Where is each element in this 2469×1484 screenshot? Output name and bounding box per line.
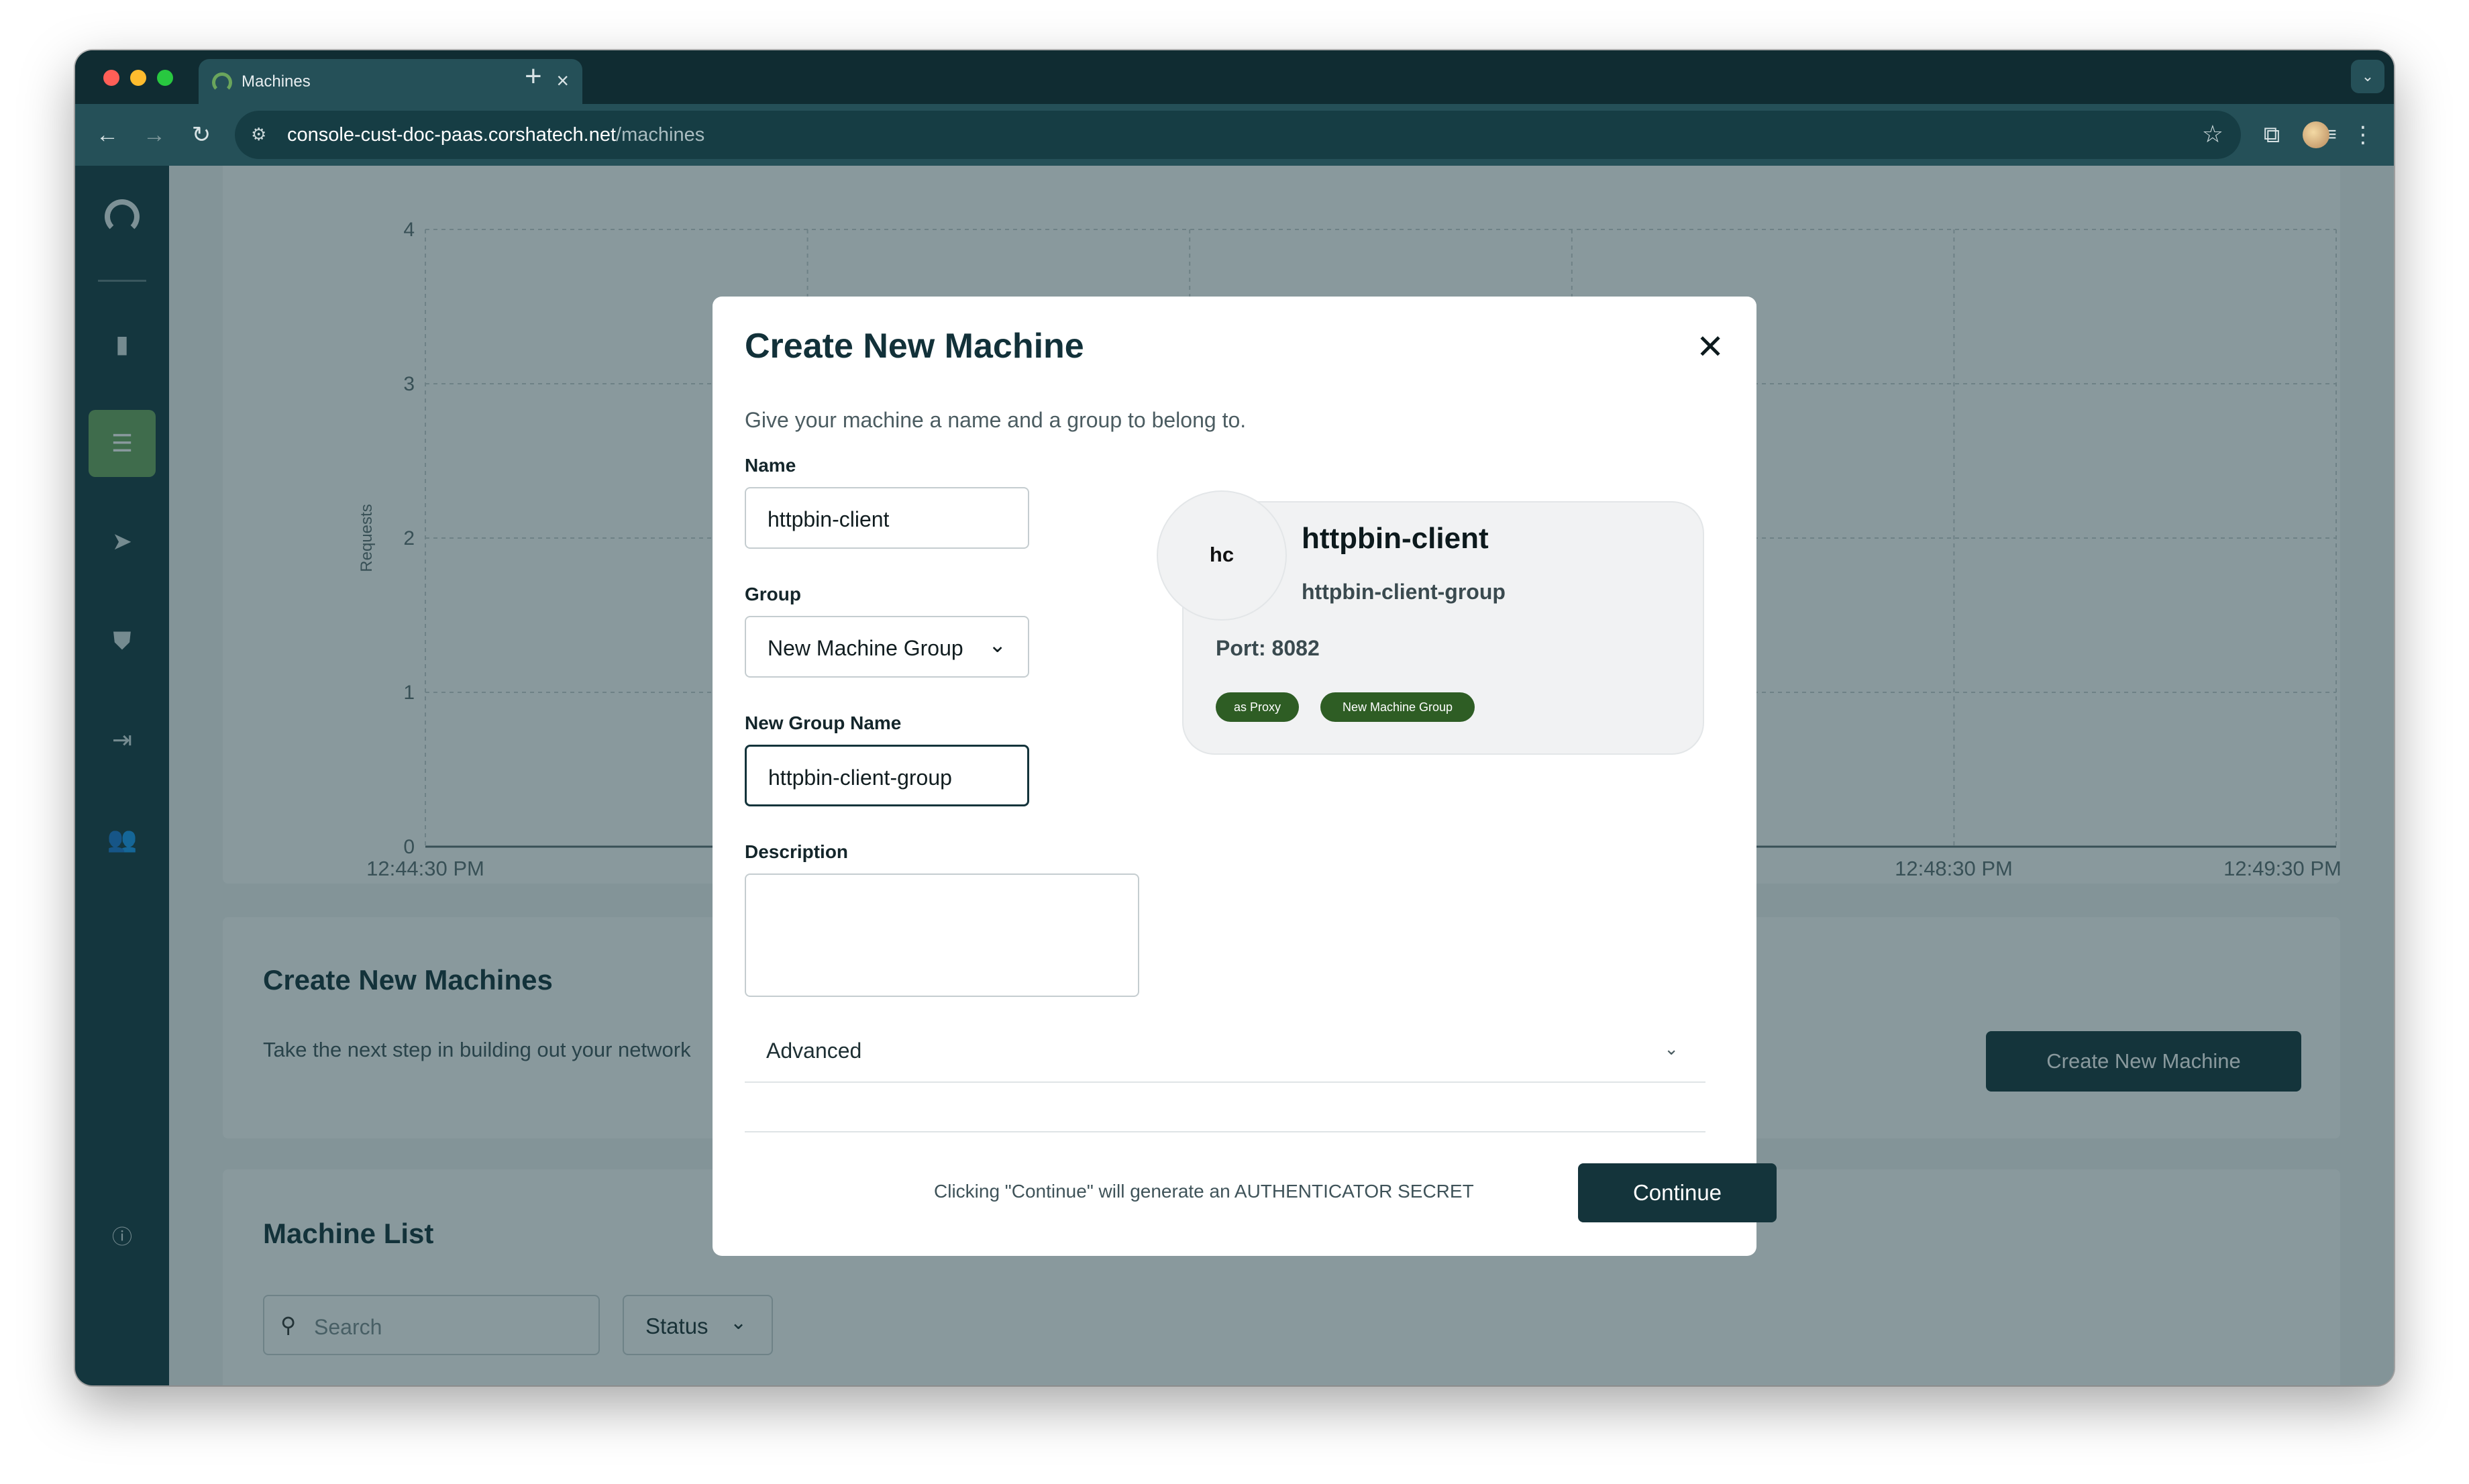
reload-icon[interactable]: ↻ (182, 116, 220, 154)
tab-strip: Machines × + ⌄ (75, 50, 2394, 104)
group-label: Group (745, 584, 801, 604)
tab-close-icon[interactable]: × (556, 68, 569, 93)
browser-toolbar: ← → ↻ ⚙ console-cust-doc-paas.corshatech… (75, 104, 2394, 166)
maximize-window-button[interactable] (157, 70, 173, 86)
create-machine-dialog: Create New Machine ✕ Give your machine a… (713, 297, 1777, 1256)
forward-arrow-icon[interactable]: → (136, 116, 173, 154)
chevron-down-icon: ⌄ (988, 633, 1006, 657)
new-group-name-value: httpbin-client-group (768, 765, 952, 790)
name-value: httpbin-client (768, 507, 890, 531)
group-value: New Machine Group (768, 636, 963, 660)
tab-search-chevron-icon[interactable]: ⌄ (2351, 60, 2384, 93)
footer-note: Clicking "Continue" will generate an AUT… (934, 1181, 1474, 1202)
footer-divider (745, 1131, 1705, 1132)
tab-title: Machines (242, 72, 311, 91)
site-favicon-icon (212, 72, 232, 93)
dialog-subtitle: Give your machine a name and a group to … (745, 408, 1247, 432)
close-window-button[interactable] (103, 70, 119, 86)
minimize-window-button[interactable] (130, 70, 146, 86)
new-group-name-label: New Group Name (745, 712, 902, 733)
new-tab-button[interactable]: + (525, 60, 542, 93)
continue-button[interactable]: Continue (1578, 1163, 1777, 1222)
site-settings-icon[interactable]: ⚙ (251, 124, 272, 146)
advanced-label: Advanced (766, 1039, 862, 1063)
chevron-down-icon: ⌄ (1664, 1039, 1679, 1059)
back-arrow-icon[interactable]: ← (89, 116, 126, 154)
advanced-accordion[interactable]: Advanced ⌄ (745, 1021, 1705, 1083)
url-text: console-cust-doc-paas.corshatech.net/mac… (287, 124, 704, 146)
close-icon[interactable]: ✕ (1696, 327, 1724, 366)
name-field[interactable]: httpbin-client (745, 487, 1029, 549)
description-label: Description (745, 841, 849, 862)
group-select[interactable]: New Machine Group ⌄ (745, 616, 1029, 678)
browser-menu-icon[interactable]: ⋮ (2344, 116, 2382, 154)
extensions-icon[interactable]: ⧉ (2253, 116, 2291, 154)
new-group-name-field[interactable]: httpbin-client-group (745, 745, 1029, 806)
description-field[interactable] (745, 873, 1139, 997)
profile-avatar[interactable] (2303, 121, 2329, 148)
bookmark-star-icon[interactable]: ☆ (2202, 120, 2223, 148)
url-host: console-cust-doc-paas.corshatech.net (287, 124, 617, 146)
address-bar[interactable]: ⚙ console-cust-doc-paas.corshatech.net/m… (235, 111, 2241, 159)
name-label: Name (745, 455, 796, 476)
dialog-title: Create New Machine (745, 327, 1084, 366)
url-path: /machines (616, 124, 705, 146)
